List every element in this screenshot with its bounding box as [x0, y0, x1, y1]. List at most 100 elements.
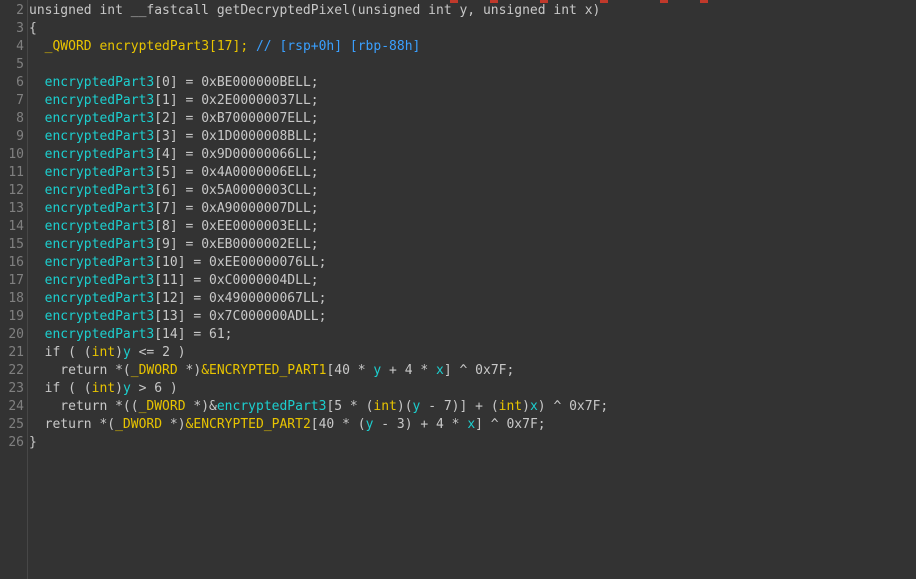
- code-line[interactable]: 15 encryptedPart3[9] = 0xEB0000002ELL;: [0, 236, 916, 254]
- code-line[interactable]: 3{: [0, 20, 916, 38]
- line-source[interactable]: encryptedPart3[10] = 0xEE00000076LL;: [29, 254, 327, 272]
- code-token: [5] = 0x4A0000006ELL;: [154, 165, 319, 180]
- line-number: 11: [8, 165, 24, 180]
- code-token: _QWORD encryptedPart3[17];: [44, 39, 249, 54]
- line-source[interactable]: encryptedPart3[14] = 61;: [29, 326, 233, 344]
- code-token: return *((: [29, 399, 139, 414]
- code-token: *)&: [185, 399, 217, 414]
- code-token: encryptedPart3: [44, 201, 155, 216]
- code-line[interactable]: 21 if ( (int)y <= 2 ): [0, 344, 916, 362]
- code-token: - 7)] + (: [420, 399, 499, 414]
- code-token: y: [122, 381, 131, 396]
- line-source[interactable]: encryptedPart3[13] = 0x7C000000ADLL;: [29, 308, 327, 326]
- line-number: 26: [8, 435, 24, 450]
- code-token: [2] = 0xB70000007ELL;: [154, 111, 319, 126]
- line-source[interactable]: encryptedPart3[12] = 0x4900000067LL;: [29, 290, 327, 308]
- code-line[interactable]: 20 encryptedPart3[14] = 61;: [0, 326, 916, 344]
- line-source[interactable]: }: [29, 434, 37, 452]
- line-source[interactable]: if ( (int)y > 6 ): [29, 380, 178, 398]
- line-source[interactable]: encryptedPart3[6] = 0x5A0000003CLL;: [29, 182, 319, 200]
- code-token: [1] = 0x2E00000037LL;: [154, 93, 319, 108]
- line-number: 2: [16, 3, 24, 18]
- line-source[interactable]: return *(_DWORD *)&ENCRYPTED_PART2[40 * …: [29, 416, 546, 434]
- code-token: [11] = 0xC0000004DLL;: [154, 273, 319, 288]
- code-token: encryptedPart3: [44, 255, 155, 270]
- code-token: if ( (: [29, 381, 92, 396]
- code-line[interactable]: 12 encryptedPart3[6] = 0x5A0000003CLL;: [0, 182, 916, 200]
- code-line[interactable]: 4 _QWORD encryptedPart3[17]; // [rsp+0h]…: [0, 38, 916, 56]
- code-token: }: [29, 435, 37, 450]
- line-number: 14: [8, 219, 24, 234]
- code-line[interactable]: 2 unsigned int __fastcall getDecryptedPix…: [0, 2, 916, 20]
- code-line[interactable]: 26}: [0, 434, 916, 452]
- code-token: [10] = 0xEE00000076LL;: [154, 255, 327, 270]
- line-source[interactable]: encryptedPart3[0] = 0xBE000000BELL;: [29, 74, 319, 92]
- line-source[interactable]: encryptedPart3[3] = 0x1D0000008BLL;: [29, 128, 319, 146]
- code-line[interactable]: 7 encryptedPart3[1] = 0x2E00000037LL;: [0, 92, 916, 110]
- code-line[interactable]: 10 encryptedPart3[4] = 0x9D00000066LL;: [0, 146, 916, 164]
- code-line[interactable]: 18 encryptedPart3[12] = 0x4900000067LL;: [0, 290, 916, 308]
- code-token: _DWORD: [115, 417, 163, 432]
- code-token: [4] = 0x9D00000066LL;: [154, 147, 319, 162]
- line-source[interactable]: if ( (int)y <= 2 ): [29, 344, 186, 362]
- line-source[interactable]: {: [29, 20, 37, 38]
- line-number: 20: [8, 327, 24, 342]
- line-source[interactable]: encryptedPart3[4] = 0x9D00000066LL;: [29, 146, 319, 164]
- code-token: encryptedPart3: [44, 237, 155, 252]
- line-source[interactable]: return *(_DWORD *)&ENCRYPTED_PART1[40 * …: [29, 362, 514, 380]
- code-token: encryptedPart3: [44, 273, 155, 288]
- line-number: 17: [8, 273, 24, 288]
- code-token: [9] = 0xEB0000002ELL;: [154, 237, 319, 252]
- line-source[interactable]: encryptedPart3[9] = 0xEB0000002ELL;: [29, 236, 319, 254]
- code-token: [13] = 0x7C000000ADLL;: [154, 309, 327, 324]
- code-line[interactable]: 16 encryptedPart3[10] = 0xEE00000076LL;: [0, 254, 916, 272]
- line-source[interactable]: encryptedPart3[5] = 0x4A0000006ELL;: [29, 164, 319, 182]
- code-token: encryptedPart3: [44, 327, 155, 342]
- line-source[interactable]: encryptedPart3[1] = 0x2E00000037LL;: [29, 92, 319, 110]
- line-source[interactable]: encryptedPart3[7] = 0xA90000007DLL;: [29, 200, 319, 218]
- code-line[interactable]: 8 encryptedPart3[2] = 0xB70000007ELL;: [0, 110, 916, 128]
- pseudocode-editor[interactable]: 2 unsigned int __fastcall getDecryptedPix…: [0, 0, 916, 579]
- code-token: &ENCRYPTED_PART2: [185, 417, 311, 432]
- code-token: x: [529, 399, 538, 414]
- line-number: 7: [16, 93, 24, 108]
- line-source[interactable]: _QWORD encryptedPart3[17]; // [rsp+0h] […: [29, 38, 421, 56]
- code-line[interactable]: 6 encryptedPart3[0] = 0xBE000000BELL;: [0, 74, 916, 92]
- code-token: int: [91, 381, 116, 396]
- code-token: ] ^ 0x7F;: [443, 363, 515, 378]
- code-token: [0] = 0xBE000000BELL;: [154, 75, 319, 90]
- line-number: 25: [8, 417, 24, 432]
- code-token: *): [162, 417, 186, 432]
- line-source[interactable]: encryptedPart3[2] = 0xB70000007ELL;: [29, 110, 319, 128]
- code-line[interactable]: 17 encryptedPart3[11] = 0xC0000004DLL;: [0, 272, 916, 290]
- code-line[interactable]: 24 return *((_DWORD *)&encryptedPart3[5 …: [0, 398, 916, 416]
- code-token: encryptedPart3: [44, 219, 155, 234]
- code-line[interactable]: 14 encryptedPart3[8] = 0xEE0000003ELL;: [0, 218, 916, 236]
- code-token: int: [91, 345, 116, 360]
- line-source[interactable]: encryptedPart3[11] = 0xC0000004DLL;: [29, 272, 319, 290]
- code-line[interactable]: 11 encryptedPart3[5] = 0x4A0000006ELL;: [0, 164, 916, 182]
- line-source[interactable]: return *((_DWORD *)&encryptedPart3[5 * (…: [29, 398, 608, 416]
- line-source[interactable]: encryptedPart3[8] = 0xEE0000003ELL;: [29, 218, 319, 236]
- code-line[interactable]: 9 encryptedPart3[3] = 0x1D0000008BLL;: [0, 128, 916, 146]
- line-source[interactable]: unsigned int __fastcall getDecryptedPixe…: [29, 2, 600, 20]
- code-token: int: [373, 399, 397, 414]
- code-line[interactable]: 13 encryptedPart3[7] = 0xA90000007DLL;: [0, 200, 916, 218]
- line-number: 9: [16, 129, 24, 144]
- code-token: encryptedPart3: [44, 183, 155, 198]
- code-token: ] ^ 0x7F;: [475, 417, 546, 432]
- code-line[interactable]: 19 encryptedPart3[13] = 0x7C000000ADLL;: [0, 308, 916, 326]
- code-token: encryptedPart3: [44, 309, 155, 324]
- code-line[interactable]: 25 return *(_DWORD *)&ENCRYPTED_PART2[40…: [0, 416, 916, 434]
- code-token: _DWORD: [138, 399, 186, 414]
- code-line[interactable]: 22 return *(_DWORD *)&ENCRYPTED_PART1[40…: [0, 362, 916, 380]
- code-area[interactable]: 2 unsigned int __fastcall getDecryptedPix…: [0, 2, 916, 452]
- code-line[interactable]: 5: [0, 56, 916, 74]
- code-line[interactable]: 23 if ( (int)y > 6 ): [0, 380, 916, 398]
